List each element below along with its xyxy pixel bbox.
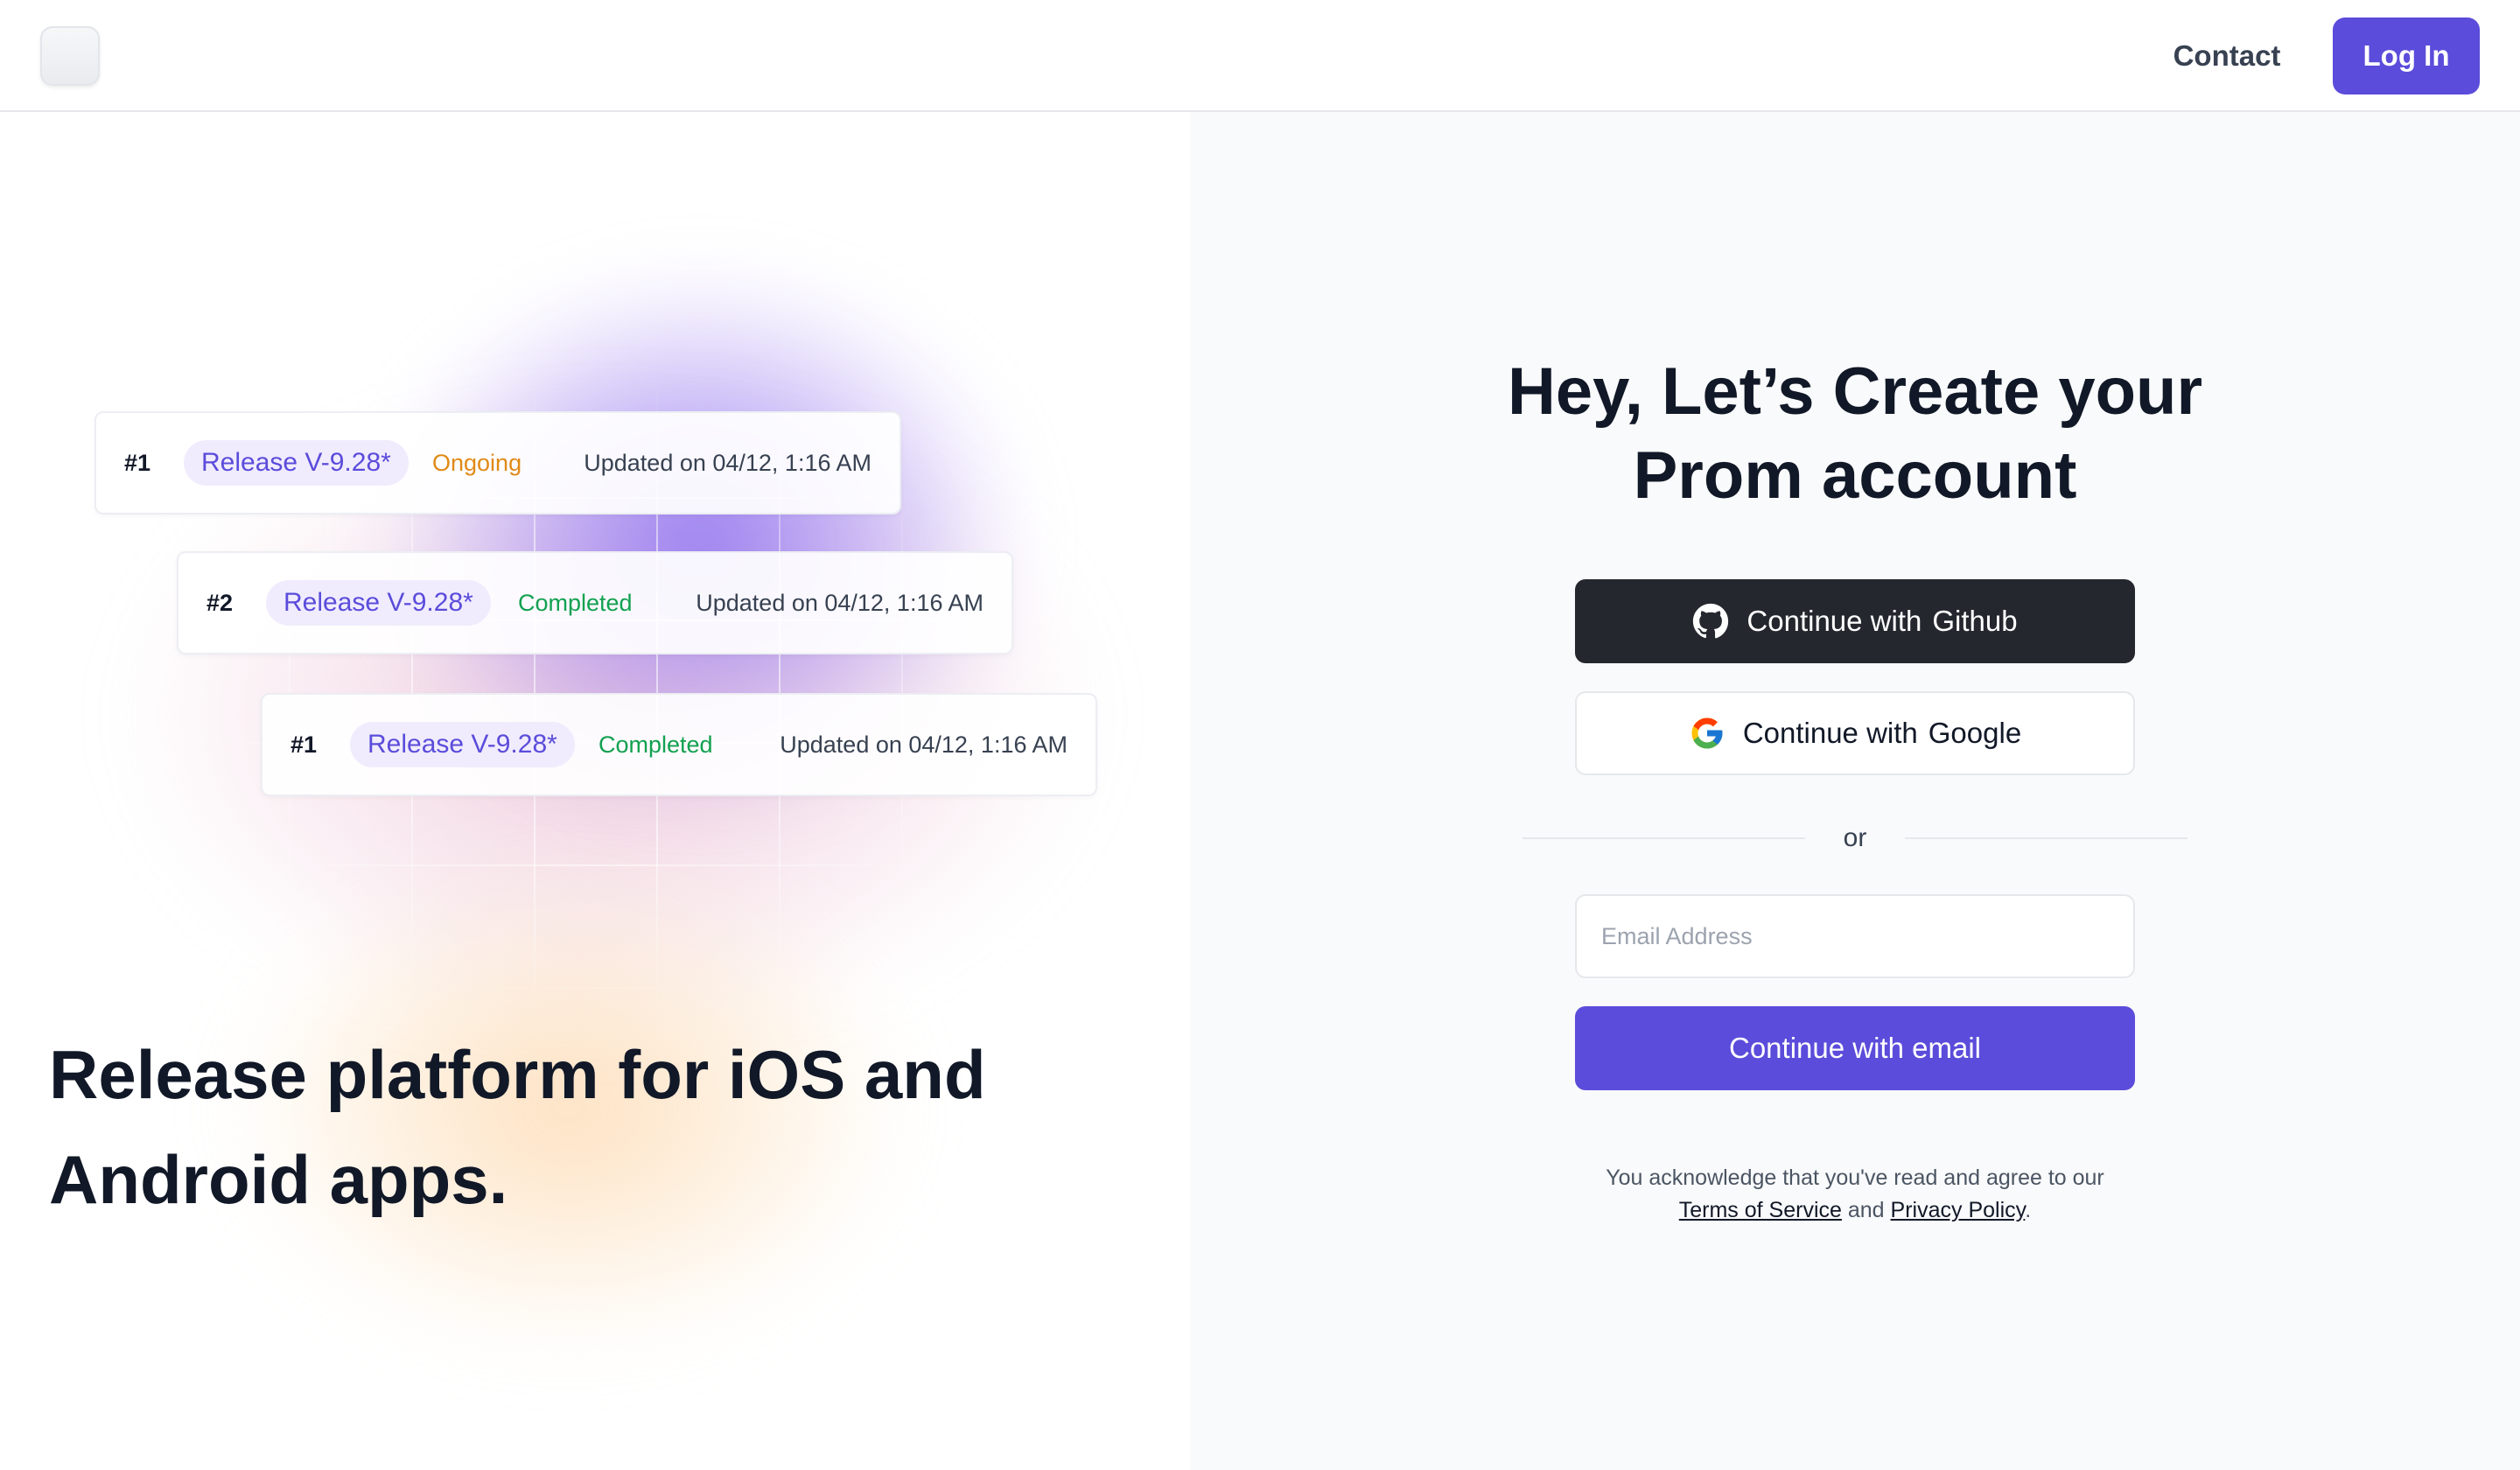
auth-title: Hey, Let’s Create your Prom account bbox=[1409, 350, 2301, 518]
divider-line bbox=[1905, 837, 2188, 839]
release-number: #2 bbox=[206, 589, 234, 616]
divider-line bbox=[1522, 837, 1805, 839]
github-icon bbox=[1692, 603, 1729, 640]
legal-notice: You acknowledge that you've read and agr… bbox=[1522, 1162, 2188, 1227]
legal-period: . bbox=[2025, 1198, 2032, 1222]
google-signin-button[interactable]: Continue with Google bbox=[1575, 691, 2135, 775]
google-button-prefix: Continue with bbox=[1742, 717, 1918, 749]
terms-of-service-link[interactable]: Terms of Service bbox=[1679, 1198, 1842, 1222]
release-tag: Release V-9.28* bbox=[184, 440, 409, 486]
auth-title-line: Prom account bbox=[1633, 438, 2077, 513]
signup-page: Contact Log In #1 Release V-9.28* Ongoin… bbox=[0, 0, 2520, 1470]
release-card: #1 Release V-9.28* Ongoing Updated on 04… bbox=[94, 411, 901, 514]
release-updated: Updated on 04/12, 1:16 AM bbox=[780, 731, 1068, 758]
auth-panel: Hey, Let’s Create your Prom account Cont… bbox=[1190, 112, 2520, 1470]
login-button[interactable]: Log In bbox=[2333, 18, 2480, 94]
privacy-policy-link[interactable]: Privacy Policy bbox=[1891, 1198, 2026, 1222]
release-status: Completed bbox=[518, 589, 633, 616]
top-nav: Contact Log In bbox=[0, 0, 2520, 112]
hero-headline-line: Android apps. bbox=[49, 1141, 508, 1218]
release-updated: Updated on 04/12, 1:16 AM bbox=[584, 449, 872, 476]
google-icon bbox=[1689, 715, 1726, 752]
continue-with-email-button[interactable]: Continue with email bbox=[1575, 1006, 2135, 1090]
release-updated: Updated on 04/12, 1:16 AM bbox=[696, 589, 984, 616]
app-logo[interactable] bbox=[40, 26, 100, 86]
email-field[interactable] bbox=[1575, 894, 2135, 978]
github-signin-button[interactable]: Continue with Github bbox=[1575, 579, 2135, 663]
github-button-prefix: Continue with bbox=[1746, 605, 1922, 637]
release-tag: Release V-9.28* bbox=[350, 722, 575, 767]
release-number: #1 bbox=[124, 449, 151, 476]
release-card: #2 Release V-9.28* Completed Updated on … bbox=[177, 551, 1013, 654]
release-tag: Release V-9.28* bbox=[266, 580, 491, 626]
github-button-label: Github bbox=[1932, 605, 2018, 637]
release-number: #1 bbox=[290, 731, 318, 758]
legal-and: and bbox=[1847, 1198, 1885, 1222]
google-button-label: Google bbox=[1928, 717, 2022, 749]
legal-links: Terms of Service and Privacy Policy. bbox=[1522, 1194, 2188, 1227]
hero-headline-line: Release platform for iOS and bbox=[49, 1036, 986, 1113]
auth-title-line: Hey, Let’s Create your bbox=[1507, 354, 2203, 429]
or-divider: or bbox=[1522, 821, 2188, 856]
divider-label: or bbox=[1843, 823, 1867, 852]
release-status: Completed bbox=[598, 731, 713, 758]
hero-panel: #1 Release V-9.28* Ongoing Updated on 04… bbox=[0, 112, 1190, 1470]
contact-link[interactable]: Contact bbox=[2135, 26, 2319, 86]
release-status: Ongoing bbox=[432, 449, 522, 476]
hero-headline: Release platform for iOS and Android app… bbox=[49, 1022, 1099, 1232]
release-card: #1 Release V-9.28* Completed Updated on … bbox=[261, 693, 1097, 796]
legal-text: You acknowledge that you've read and agr… bbox=[1606, 1166, 2104, 1190]
